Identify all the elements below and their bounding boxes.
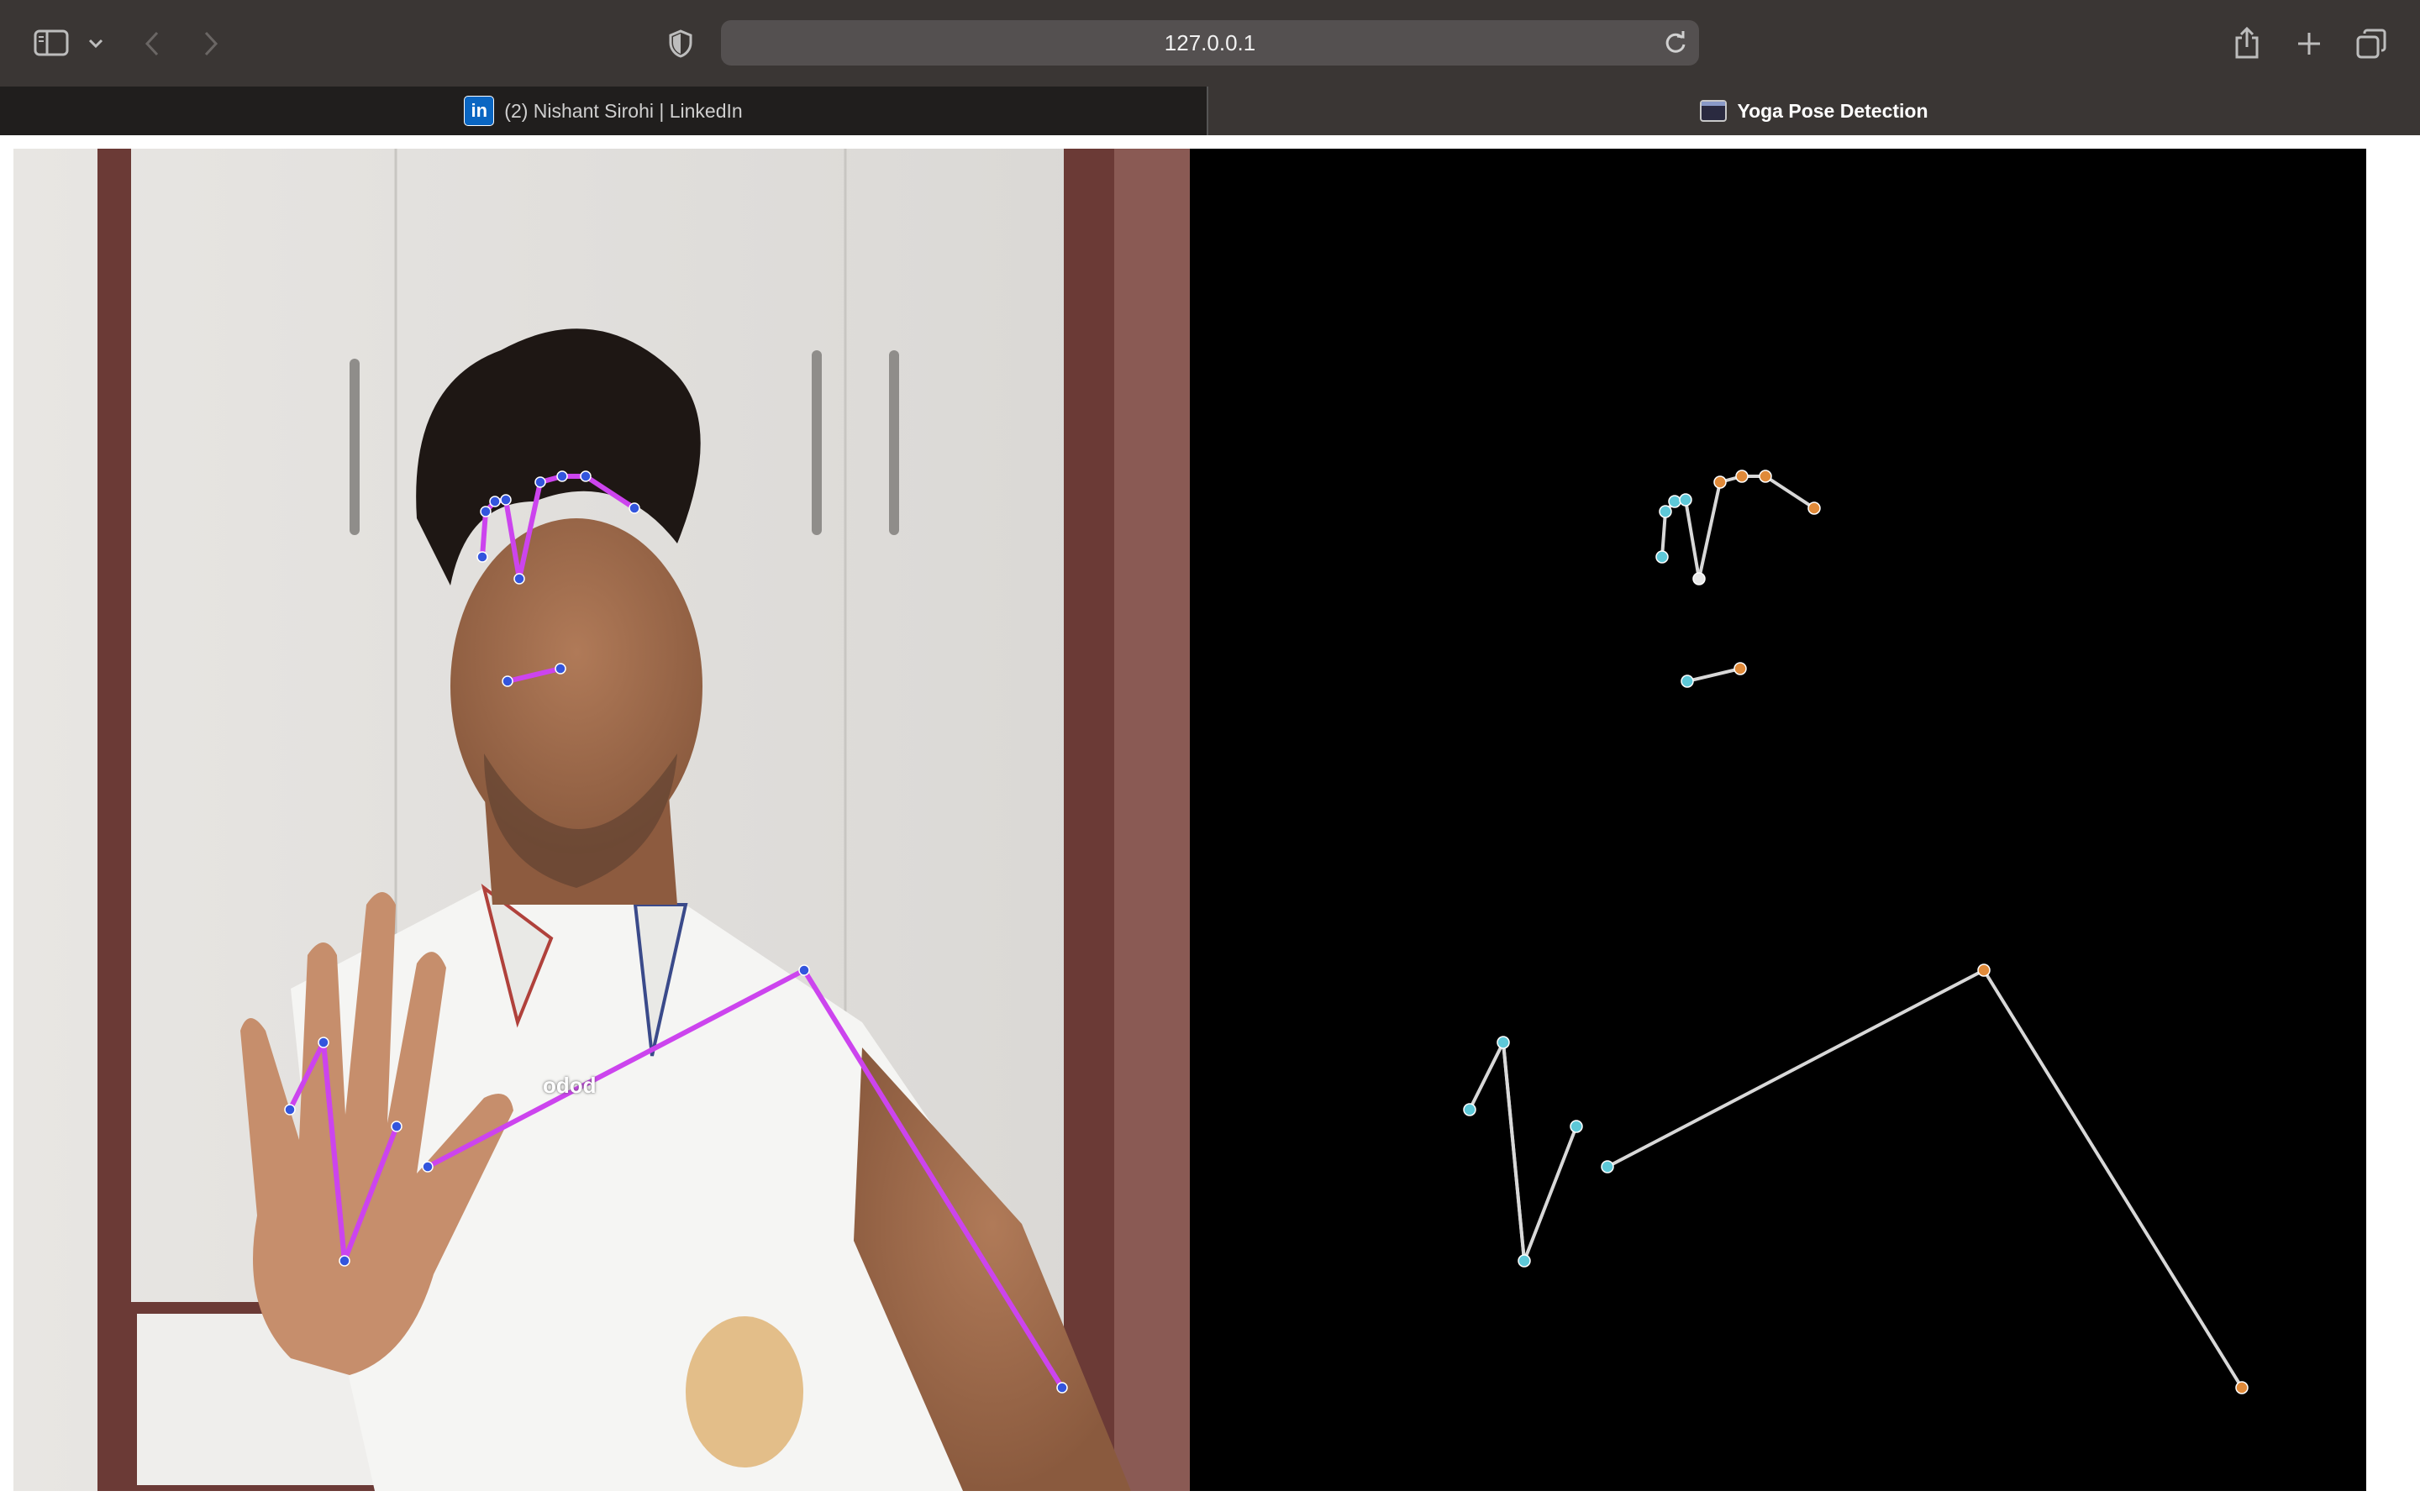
keypoint-lThumb (284, 1104, 296, 1116)
sidebar-icon (34, 29, 69, 56)
skeleton-bone-lEyeB-nose (1684, 499, 1701, 580)
tab-overview-icon (2356, 29, 2386, 59)
new-tab-button[interactable] (2292, 27, 2326, 60)
door-handle (812, 350, 822, 535)
share-button[interactable] (2230, 24, 2264, 62)
keypoint-lEyeB (500, 494, 512, 506)
privacy-report-button[interactable] (664, 27, 697, 60)
keypoint-lEyeOut (1659, 505, 1672, 518)
keypoint-mouthL (1681, 675, 1694, 688)
linkedin-icon: in (464, 96, 495, 126)
keypoint-rShoulder (1977, 963, 1991, 977)
keypoint-lWrist (1518, 1254, 1531, 1268)
keypoint-lIdx (1497, 1036, 1510, 1049)
keypoint-rEyeB (556, 470, 568, 482)
shirt-logo (686, 1316, 803, 1467)
tab-bar: in (2) Nishant Sirohi | LinkedIn Yoga Po… (0, 87, 2420, 135)
pose-label: odod (543, 1073, 597, 1098)
forward-icon (204, 31, 218, 56)
keypoint-rElbow (1056, 1382, 1068, 1394)
skeleton-bone-rEyeOut-rEar (1764, 475, 1816, 510)
chevron-down-icon (88, 39, 103, 49)
terminal-icon (1700, 100, 1728, 122)
keypoint-rElbow (2235, 1381, 2249, 1394)
keypoint-lEyeB (1679, 493, 1692, 507)
keypoint-mouthL (502, 675, 513, 687)
keypoint-nose (1692, 572, 1706, 585)
keypoint-rEyeOut (1759, 470, 1772, 483)
skeleton-bone-mouthL-mouthR (1686, 667, 1741, 683)
keypoint-lWrist (339, 1255, 350, 1267)
keypoint-lThumb (1463, 1103, 1476, 1116)
door-handle (350, 359, 360, 535)
skeleton-bone-lEar-lEyeOut (480, 511, 488, 558)
keypoint-lEyeA (489, 496, 501, 507)
address-bar[interactable]: 127.0.0.1 (721, 20, 1699, 66)
keypoint-nose (513, 573, 525, 585)
skeleton-drawing (1463, 470, 2249, 1394)
keypoint-rShoulder (798, 964, 810, 976)
keypoint-lShoulder (422, 1161, 434, 1173)
tab-label: Yoga Pose Detection (1737, 99, 1928, 122)
camera-frame (13, 149, 1190, 1491)
keypoint-mouthR (555, 663, 566, 675)
tab-linkedin[interactable]: in (2) Nishant Sirohi | LinkedIn (0, 87, 1208, 135)
keypoint-lPinky (1570, 1120, 1583, 1133)
skeleton-lines (1468, 475, 2244, 1389)
url-text[interactable]: 127.0.0.1 (721, 20, 1699, 66)
browser-toolbar: 127.0.0.1 (0, 0, 2420, 87)
keypoint-rEyeOut (580, 470, 592, 482)
wardrobe-frame-left (97, 149, 131, 1491)
skeleton-bone-lEar-lEyeOut (1660, 511, 1667, 558)
tab-yoga-pose-detection[interactable]: Yoga Pose Detection (1208, 87, 2420, 135)
wardrobe-frame-edge (1114, 149, 1190, 1491)
keypoint-lEar (476, 551, 488, 563)
skeleton-keypoints (1463, 470, 2249, 1394)
keypoint-lEar (1655, 550, 1669, 564)
camera-feed: odod (13, 149, 1190, 1491)
keypoint-lEyeA (1668, 495, 1681, 508)
reload-icon (1665, 31, 1686, 53)
keypoint-rEar (629, 502, 640, 514)
skeleton-bone-lWrist-lPinky (1523, 1126, 1578, 1262)
back-button[interactable] (139, 27, 165, 60)
keypoint-rEyeA (534, 476, 546, 488)
skeleton-canvas (1190, 149, 2366, 1491)
keypoint-rEar (1807, 501, 1821, 515)
keypoint-rEyeB (1735, 470, 1749, 483)
keypoint-lPinky (391, 1121, 402, 1132)
skeleton-bone-lIdx-lThumb (1468, 1042, 1505, 1110)
skeleton-bone-rShoulder-rElbow (1982, 969, 2244, 1389)
sidebar-toggle-button[interactable] (32, 27, 71, 59)
new-tab-icon (2298, 33, 2320, 55)
tab-label: (2) Nishant Sirohi | LinkedIn (504, 99, 743, 122)
wardrobe-frame-right (1064, 149, 1114, 1491)
back-icon (145, 31, 159, 56)
keypoint-mouthR (1733, 662, 1747, 675)
share-icon (2235, 26, 2259, 59)
keypoint-lEyeOut (480, 506, 492, 517)
forward-button[interactable] (198, 27, 224, 60)
tab-overview-button[interactable] (2353, 25, 2390, 62)
skeleton-bone-lShoulder-rShoulder (1607, 969, 1985, 1168)
reload-button[interactable] (1664, 30, 1687, 60)
page-content: odod (0, 135, 2420, 1512)
skeleton-bone-lWrist-lIdx (1502, 1042, 1526, 1262)
keypoint-rEyeA (1713, 475, 1727, 489)
sidebar-menu-button[interactable] (84, 32, 108, 55)
skeleton-bone-nose-rEyeA (1697, 481, 1722, 580)
privacy-shield-icon (669, 29, 692, 58)
keypoint-lShoulder (1601, 1160, 1614, 1173)
keypoint-lIdx (318, 1037, 329, 1048)
door-handle (889, 350, 899, 535)
